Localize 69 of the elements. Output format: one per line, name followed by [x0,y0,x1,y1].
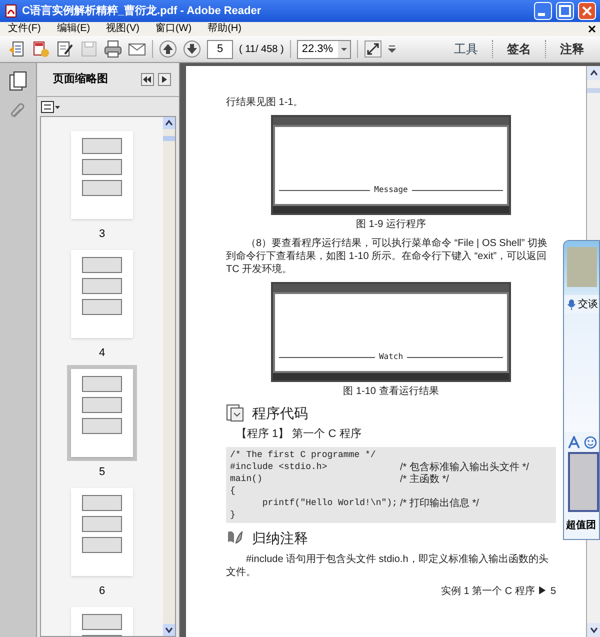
close-document-icon[interactable] [588,25,596,33]
code-line: printf("Hello World!\n"); [261,496,398,510]
code-comment: /* 包含标准输入输出头文件 */ [400,460,529,474]
code-line: { [230,484,236,498]
code-comment: /* 主函数 */ [400,472,449,486]
zoom-field[interactable]: 22.3% [296,40,351,58]
smiley-icon[interactable] [584,436,597,448]
code-line: } [230,508,236,522]
scroll-down-icon[interactable] [587,623,600,637]
minimize-icon[interactable] [534,2,552,20]
menu-item[interactable]: 编辑(E) [52,24,94,34]
scroll-down-icon[interactable] [163,624,175,636]
close-icon[interactable] [578,2,596,20]
pane-label: Message [374,186,408,194]
scroll-thumb[interactable] [163,136,175,141]
rewind-icon[interactable] [141,73,154,86]
section-heading: 程序代码 [252,404,308,422]
panel-tab[interactable]: 工具 [446,40,486,58]
back-document-icon[interactable] [8,40,26,58]
play-icon[interactable] [158,73,171,86]
page-thumbnail[interactable] [67,365,137,461]
expand-arrows-icon[interactable] [364,40,382,58]
paperclip-icon[interactable] [10,103,26,119]
code-line: #include <stdio.h> [230,460,328,474]
chat-tab[interactable]: 交谈 [578,297,598,312]
scroll-thumb[interactable] [587,88,600,93]
page-number-label: 5 [98,467,106,478]
menu-item[interactable]: 视图(V) [102,24,144,34]
program-title: 【程序 1】 第一个 C 程序 [235,428,362,441]
print-icon[interactable] [104,40,122,58]
menu-item[interactable]: 文件(F) [4,24,45,34]
font-icon[interactable] [568,436,580,448]
code-comment: /* 打印输出信息 */ [400,496,479,510]
dropdown-caret-icon[interactable] [338,40,350,58]
figure-caption: 图 1-9 运行程序 [356,218,426,231]
panel-tab[interactable]: 签名 [499,40,539,58]
section-heading: 归纳注释 [252,529,308,547]
promo-banner[interactable]: 超值团 [564,512,599,539]
page-number-label: 6 [98,586,106,597]
panel-title: 页面缩略图 [52,72,109,88]
page-footer: 实例 1 第一个 C 程序 ▶ 5 [226,585,556,598]
window-title: C语言实例解析精粹_曹衍龙.pdf - Adobe Reader [22,4,262,19]
code-document-icon [226,404,244,422]
body-text: 行结果见图 1-1。 [226,96,304,109]
page-number-field[interactable]: 5 [207,40,233,58]
body-text: （8）要查看程序运行结果，可以执行菜单命令 “File | OS Shell” 切换到命令行下查看结果，如图 1-10 所示。在命令行下键入 “exit”，可以返回 TC 开发环境。 [226,237,549,276]
scroll-up-icon[interactable] [163,117,175,129]
page-number-label: 3 [98,229,106,240]
pane-label: Watch [378,353,404,361]
code-line: main() [230,472,264,486]
more-caret-icon[interactable] [388,45,396,53]
message-input[interactable] [568,452,599,512]
options-list-icon[interactable] [41,100,61,112]
menu-item[interactable]: 窗口(W) [151,24,196,34]
page-count: ( 11/ 458 ) [239,42,284,56]
pdf-document-icon [4,4,18,18]
scroll-up-icon[interactable] [587,66,600,80]
code-line: /* The first C programme */ [230,448,377,462]
maximize-icon[interactable] [556,2,574,20]
page-number-label: 4 [98,348,106,359]
figure-caption: 图 1-10 查看运行结果 [343,385,439,398]
menu-item[interactable]: 帮助(H) [204,24,246,34]
body-text: #include 语句用于包含头文件 stdio.h，即定义标准输入输出函数的头文件。 [226,553,550,579]
pages-icon[interactable] [9,71,27,91]
microphone-icon [567,299,576,310]
photo-placeholder [567,247,597,287]
edit-document-icon[interactable] [56,40,74,58]
panel-tab[interactable]: 注释 [552,40,592,58]
create-pdf-icon[interactable] [32,40,50,58]
